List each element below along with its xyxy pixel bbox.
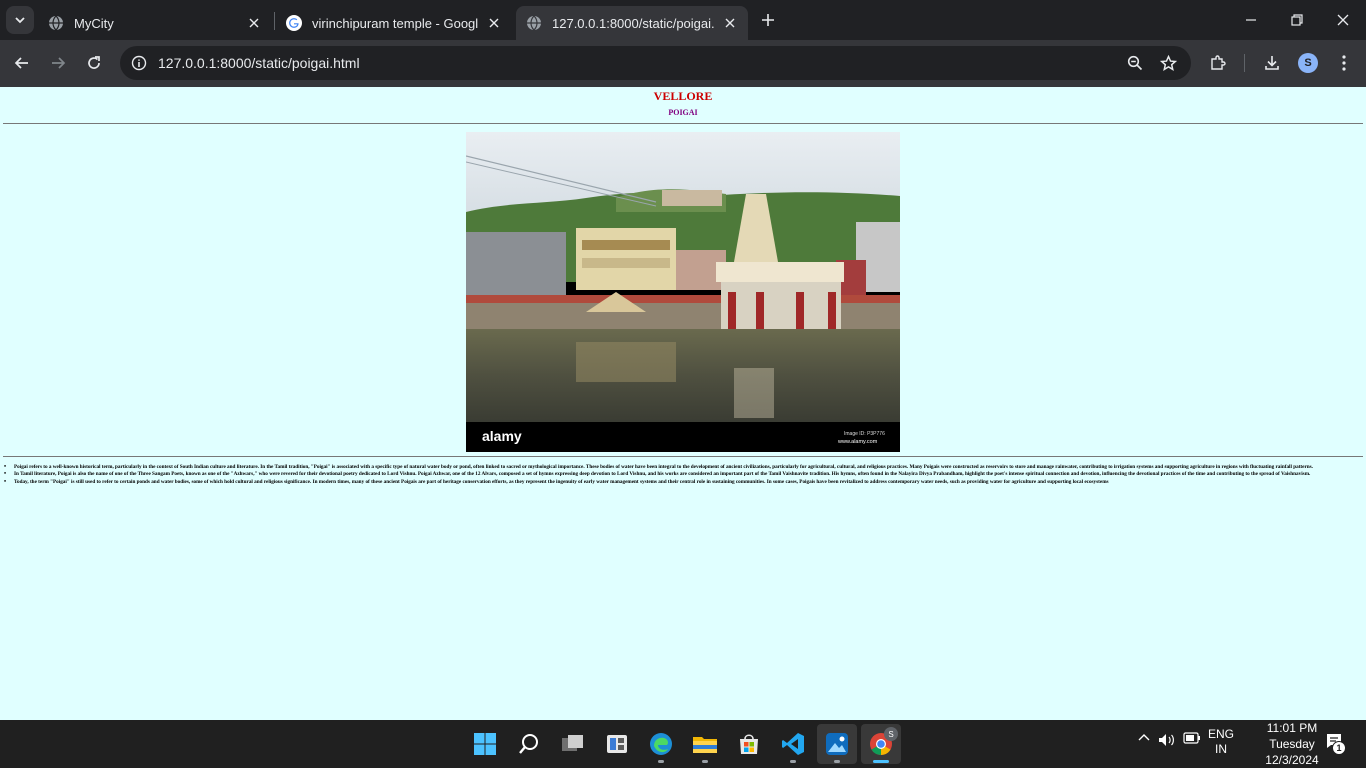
alamy-url-text: www.alamy.com (837, 439, 878, 445)
edge-app[interactable] (641, 724, 681, 764)
temple-tank-photo: alamy Image ID: P3P776 www.alamy.com (466, 132, 900, 452)
downloads-button[interactable] (1259, 50, 1285, 76)
region-code: IN (1215, 742, 1227, 756)
photos-icon (826, 733, 848, 755)
windows-start-icon (474, 733, 496, 755)
widgets-icon (607, 735, 627, 753)
tab-search-button[interactable] (6, 6, 34, 34)
edge-icon (650, 733, 672, 755)
volume-button[interactable] (1158, 732, 1176, 748)
taskbar-search-button[interactable] (509, 724, 549, 764)
puzzle-icon (1211, 55, 1226, 70)
minimize-icon (1246, 19, 1256, 21)
download-icon (1265, 56, 1279, 70)
vscode-icon (782, 733, 804, 755)
horizontal-rule (3, 123, 1363, 124)
reload-button[interactable] (79, 48, 109, 78)
chrome-app[interactable]: S (861, 724, 901, 764)
plus-icon (762, 14, 774, 26)
file-explorer-app[interactable] (685, 724, 725, 764)
back-button[interactable] (7, 48, 37, 78)
close-icon[interactable] (722, 15, 738, 31)
new-tab-button[interactable] (756, 8, 780, 32)
clock-day: Tuesday (1269, 737, 1315, 751)
tab-poigai-active[interactable]: 127.0.0.1:8000/static/poigai.html (516, 6, 748, 40)
windows-taskbar: S 1 (0, 720, 1366, 768)
list-item: Poigai refers to a well-known historical… (3, 464, 1355, 471)
address-text: 127.0.0.1:8000/static/poigai.html (158, 55, 360, 71)
list-item: In Tamil literature, Poigai is also the … (3, 471, 1355, 478)
tab-title: MyCity (74, 15, 114, 31)
running-indicator (834, 760, 840, 763)
alamy-logo: alamy (482, 428, 522, 444)
address-bar[interactable]: 127.0.0.1:8000/static/poigai.html (120, 46, 1191, 80)
show-hidden-icons-button[interactable] (1136, 732, 1152, 744)
list-item: Today, the term "Poigai" is still used t… (3, 479, 1355, 486)
kebab-menu-icon (1342, 55, 1346, 71)
toolbar-divider (1244, 54, 1245, 72)
profile-avatar[interactable]: S (1298, 53, 1318, 73)
running-indicator (702, 760, 708, 763)
close-window-button[interactable] (1320, 0, 1366, 40)
tab-separator (274, 12, 275, 30)
close-icon (1337, 14, 1349, 26)
battery-icon (1183, 732, 1200, 744)
site-info-icon[interactable] (122, 46, 156, 80)
globe-icon (48, 15, 64, 31)
minimize-button[interactable] (1228, 0, 1274, 40)
close-icon[interactable] (486, 15, 502, 31)
globe-icon (526, 15, 542, 31)
widgets-button[interactable] (597, 724, 637, 764)
bookmark-star-icon[interactable] (1156, 51, 1180, 75)
menu-button[interactable] (1331, 50, 1357, 76)
input-language-indicator[interactable]: ENG IN (1206, 727, 1236, 757)
horizontal-rule (3, 456, 1363, 457)
restore-icon (1291, 14, 1303, 26)
task-view-icon (562, 735, 583, 751)
restore-button[interactable] (1274, 0, 1320, 40)
clock-date: 12/3/2024 (1265, 753, 1319, 767)
tab-strip: MyCity virinchipuram temple - Google 127… (0, 0, 1366, 40)
tab-google-search[interactable]: virinchipuram temple - Google (276, 6, 512, 40)
system-clock[interactable]: 11:01 PM Tuesday 12/3/2024 (1244, 720, 1340, 768)
running-indicator (790, 760, 796, 763)
browser-toolbar: 127.0.0.1:8000/static/poigai.html (0, 40, 1366, 87)
arrow-right-icon (52, 57, 66, 69)
profile-badge: S (884, 727, 898, 741)
start-button[interactable] (465, 724, 505, 764)
speaker-icon (1159, 734, 1174, 746)
file-explorer-icon (693, 737, 717, 753)
google-g-icon (286, 15, 302, 31)
tab-title: 127.0.0.1:8000/static/poigai.html (552, 15, 714, 31)
vscode-app[interactable] (773, 724, 813, 764)
battery-button[interactable] (1183, 732, 1201, 744)
microsoft-store-app[interactable] (729, 724, 769, 764)
image-id-text: Image ID: P3P776 (844, 431, 885, 437)
running-indicator (873, 760, 889, 763)
running-indicator (658, 760, 664, 763)
arrow-left-icon (14, 57, 28, 69)
extensions-button[interactable] (1205, 50, 1231, 76)
chevron-up-icon (1138, 734, 1150, 741)
language-code: ENG (1207, 727, 1234, 741)
photos-app[interactable] (817, 724, 857, 764)
tab-title: virinchipuram temple - Google (312, 15, 478, 31)
task-view-button[interactable] (553, 724, 593, 764)
close-icon[interactable] (246, 15, 262, 31)
clock-time: 11:01 PM (1266, 721, 1318, 735)
microsoft-store-icon (740, 734, 758, 754)
search-icon (519, 734, 538, 754)
page-subtitle: POIGAI (668, 108, 698, 117)
poigai-description-list: Poigai refers to a well-known historical… (3, 464, 1355, 486)
forward-button[interactable] (43, 48, 73, 78)
chevron-down-icon (15, 17, 25, 24)
zoom-icon[interactable] (1123, 51, 1147, 75)
tab-mycity[interactable]: MyCity (38, 6, 272, 40)
reload-icon (88, 56, 100, 69)
web-page: VELLORE POIGAI alamy Image ID: P3P776 ww… (0, 87, 1366, 720)
page-title: VELLORE (653, 89, 713, 103)
